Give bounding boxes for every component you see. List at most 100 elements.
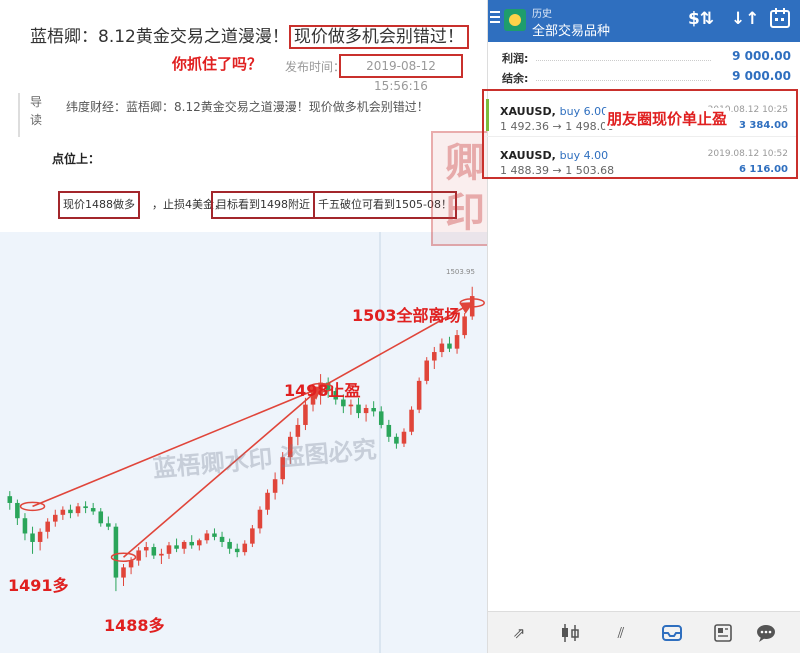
candle-body	[348, 404, 354, 407]
publish-time: 2019-08-12 15:56:16	[339, 54, 463, 93]
balance-value: 9 000.00	[732, 69, 791, 83]
candles-icon[interactable]	[559, 622, 581, 644]
guide-text: 纬度财经：蓝梧卿：8.12黄金交易之道漫漫！现价做多机会别错过！	[66, 100, 429, 114]
trade-symbol: XAUUSD,	[500, 105, 556, 118]
candle-body	[15, 502, 20, 519]
peak-price-label: 1503.95	[446, 268, 475, 276]
sort-icon[interactable]: ↓↑	[731, 9, 760, 29]
candle-body	[60, 509, 66, 515]
candle-body	[219, 536, 225, 542]
candle-body	[250, 528, 255, 544]
trade-history-list: XAUUSD, buy 6.00 1 492.36 → 1 498.00 201…	[482, 89, 798, 179]
annotation-1503: 1503全部离场	[352, 306, 461, 325]
candle-body	[197, 540, 202, 546]
candle-body	[454, 335, 460, 349]
candle-body	[151, 547, 157, 556]
quotes-icon[interactable]: ⇗	[508, 622, 530, 644]
candle-body	[30, 533, 35, 542]
trade-price: 1 488.39 → 1 503.68	[500, 164, 615, 177]
candle-body	[272, 479, 278, 493]
annotation-1498: 1498止盈	[284, 381, 361, 400]
calendar-icon[interactable]	[770, 7, 790, 34]
candle-body	[265, 492, 270, 510]
candle-body	[242, 543, 248, 553]
candle-body	[68, 509, 73, 514]
trade-direction: buy 6.00	[559, 105, 609, 118]
candle-body	[432, 352, 437, 361]
candle-body	[447, 343, 452, 349]
candle-body	[90, 508, 96, 512]
menu-icon[interactable]	[490, 11, 500, 26]
annotation-1491: 1491多	[8, 576, 69, 595]
candle-body	[159, 553, 164, 556]
article-title: 蓝梧卿：8.12黄金交易之道漫漫！ 现价做多机会别错过！	[30, 22, 469, 49]
candle-body	[462, 316, 467, 336]
trade-profit: 3 384.00	[738, 120, 788, 131]
chart-canvas: 1503.95 蓝梧卿水印 盗图必究	[7, 232, 485, 653]
trade-row[interactable]: XAUUSD, buy 4.00 1 488.39 → 1 503.68 201…	[484, 136, 796, 179]
app-header: 历史 全部交易品种 $⇅ ↓↑	[488, 0, 800, 42]
candle-body	[121, 567, 126, 578]
stamp-char: 卿	[445, 139, 485, 186]
points-label: 点位上：	[52, 152, 101, 166]
trade-price: 1 492.36 → 1 498.00	[500, 120, 615, 133]
balance-row: 结余: 9 000.00	[488, 66, 800, 88]
guide-char: 读	[30, 113, 43, 127]
candle-body	[212, 533, 217, 537]
candle-body	[136, 550, 141, 561]
candle-body	[166, 545, 172, 554]
trend-icon[interactable]: ⫽	[610, 622, 632, 644]
candle-body	[106, 523, 111, 527]
stamp-char: 印	[445, 189, 485, 236]
trade-time: 2019.08.12 10:52	[707, 149, 788, 159]
candles-group	[7, 286, 475, 592]
candle-body	[227, 541, 232, 549]
candle-body	[45, 521, 50, 532]
publish-label: 发布时间：	[285, 60, 346, 74]
news-icon[interactable]	[712, 622, 734, 644]
article-title-prefix: 蓝梧卿：8.12黄金交易之道漫漫！	[30, 27, 289, 47]
candle-body	[75, 506, 81, 514]
candle-body	[378, 411, 384, 425]
profit-value: 9 000.00	[732, 49, 791, 63]
candle-body	[37, 531, 43, 542]
candle-body	[234, 548, 240, 553]
candle-body	[303, 404, 308, 425]
candle-body	[143, 547, 149, 551]
balance-label: 结余:	[502, 72, 529, 85]
candle-body	[424, 360, 429, 381]
candle-body	[363, 408, 369, 414]
profit-row: 利润: 9 000.00	[488, 46, 800, 68]
strategy-entry: 现价1488做多	[58, 191, 140, 219]
candle-body	[356, 404, 361, 414]
candle-body	[386, 424, 392, 437]
candlestick-chart: 1503.95 蓝梧卿水印 盗图必究 1491多 1488多 1498止盈 15…	[0, 232, 487, 653]
bottom-nav: ⇗ ⫽	[488, 611, 800, 653]
candle-body	[83, 506, 88, 509]
candle-body	[53, 514, 58, 522]
candle-body	[295, 424, 301, 437]
candle-body	[181, 541, 187, 549]
history-icon[interactable]	[661, 622, 683, 644]
guide-char: 导	[30, 95, 43, 109]
candle-body	[371, 408, 376, 412]
candle-body	[394, 436, 399, 444]
candle-body	[416, 380, 422, 410]
question-annotation: 你抓住了吗？	[172, 55, 263, 73]
candle-body	[439, 343, 445, 353]
trade-symbol: XAUUSD,	[500, 149, 556, 162]
trade-annotation: 朋友圈现价单止盈	[605, 108, 730, 129]
candle-body	[98, 511, 104, 524]
candle-body	[401, 431, 407, 444]
currency-exchange-icon[interactable]: $⇅	[688, 9, 714, 29]
chat-icon[interactable]	[755, 622, 777, 644]
candle-body	[189, 541, 194, 546]
article-title-highlight: 现价做多机会别错过！	[288, 25, 469, 49]
candle-body	[174, 545, 179, 549]
profit-label: 利润:	[502, 52, 529, 65]
trade-direction: buy 4.00	[559, 149, 609, 162]
header-subtitle: 历史	[532, 9, 552, 20]
trade-profit: 6 116.00	[738, 164, 788, 175]
arrows-group	[19, 298, 485, 562]
header-title[interactable]: 全部交易品种	[532, 20, 610, 39]
